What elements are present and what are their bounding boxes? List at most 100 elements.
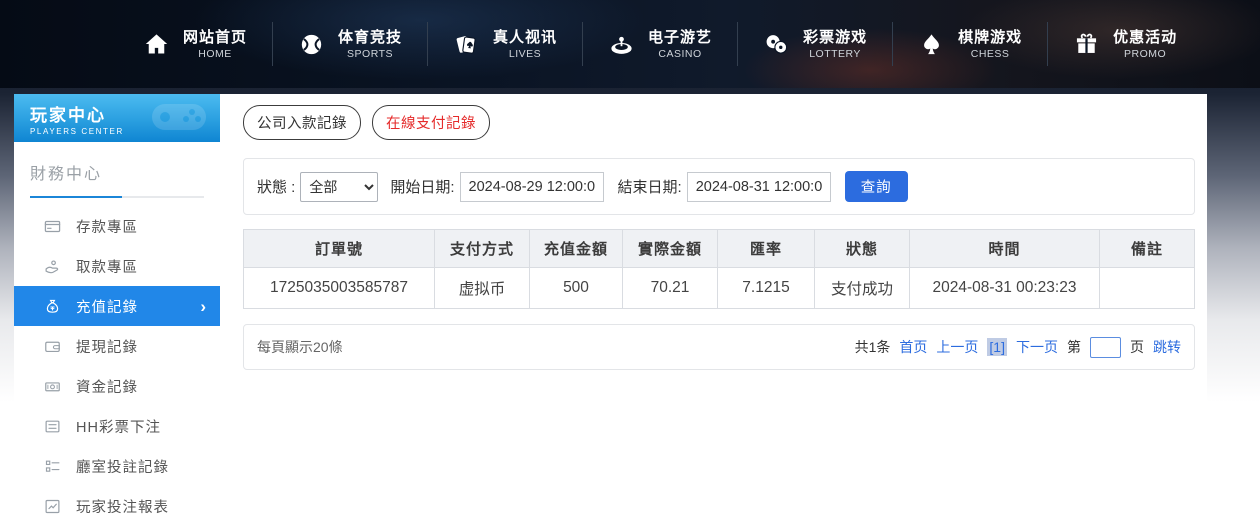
- nav-sublabel: CHESS: [970, 47, 1010, 60]
- end-date-label: 結束日期:: [617, 179, 682, 196]
- col-remark: 備註: [1099, 229, 1195, 268]
- section-divider: [30, 196, 204, 198]
- current-page: [1]: [987, 338, 1007, 356]
- first-page-link[interactable]: 首页: [899, 337, 927, 357]
- nav-items-row: 网站首页 HOME 体育竞技 SPORTS 真人视讯 LIVES 电子游艺 CA…: [118, 22, 1202, 66]
- sidebar-item-hall-bet-records[interactable]: 廳室投註記錄: [14, 446, 220, 486]
- checklist-icon: [44, 458, 61, 475]
- wallet-icon: [44, 338, 61, 355]
- nav-item-promo[interactable]: 优惠活动 PROMO: [1048, 28, 1202, 61]
- sidebar-item-recharge-records[interactable]: 充值記錄 ›: [14, 286, 220, 326]
- tab-online-payment-records[interactable]: 在線支付記錄: [372, 105, 490, 140]
- col-order-number: 訂單號: [243, 229, 435, 268]
- col-actual-amount: 實際金額: [622, 229, 718, 268]
- nav-item-home[interactable]: 网站首页 HOME: [118, 28, 272, 61]
- sidebar-item-label: 提現記錄: [76, 339, 138, 356]
- nav-label: 体育竞技: [338, 28, 403, 46]
- sidebar-item-label: 充值記錄: [76, 299, 138, 316]
- sidebar-section-title: 財務中心: [30, 166, 103, 183]
- nav-label: 彩票游戏: [803, 28, 868, 46]
- home-icon: [143, 31, 170, 58]
- nav-sublabel: SPORTS: [347, 47, 394, 60]
- page-number-input[interactable]: [1090, 336, 1121, 358]
- sports-ball-icon: [298, 31, 325, 58]
- nav-sublabel: PROMO: [1124, 47, 1167, 60]
- sidebar-item-withdrawal-records[interactable]: 提現記錄: [14, 326, 220, 366]
- cell-remark: [1099, 267, 1195, 309]
- nav-sublabel: LOTTERY: [809, 47, 861, 60]
- main-content: 公司入款記錄 在線支付記錄 狀態 : 全部 開始日期: 結束日期: 查詢 訂單號…: [220, 94, 1207, 516]
- next-page-link[interactable]: 下一页: [1016, 337, 1058, 357]
- col-payment-method: 支付方式: [434, 229, 530, 268]
- col-status: 狀態: [814, 229, 910, 268]
- nav-item-lives[interactable]: 真人视讯 LIVES: [428, 28, 582, 61]
- record-tabs: 公司入款記錄 在線支付記錄: [243, 105, 1195, 140]
- table-row: 1725035003585787 虚拟币 500 70.21 7.1215 支付…: [243, 267, 1195, 309]
- table-header-row: 訂單號 支付方式 充值金額 實際金額 匯率 狀態 時間 備註: [243, 229, 1195, 268]
- sidebar-item-label: 廳室投註記錄: [76, 459, 169, 476]
- sidebar-item-hh-lottery-bets[interactable]: HH彩票下注: [14, 406, 220, 446]
- page-jump-prefix: 第: [1067, 339, 1081, 355]
- sidebar-item-label: 資金記錄: [76, 379, 138, 396]
- sidebar-item-label: 玩家投注報表: [76, 499, 169, 516]
- cell-status: 支付成功: [814, 267, 910, 309]
- nav-label: 棋牌游戏: [958, 28, 1023, 46]
- records-table: 訂單號 支付方式 充值金額 實際金額 匯率 狀態 時間 備註 172503500…: [243, 229, 1195, 309]
- col-time: 時間: [909, 229, 1100, 268]
- content-container: 玩家中心 PLAYERS CENTER 財務中心 存款專區 取款專區 充值記錄 …: [14, 94, 1207, 516]
- sidebar-item-label: 取款專區: [76, 259, 138, 276]
- nav-label: 优惠活动: [1113, 28, 1178, 46]
- per-page-text: 每頁顯示20條: [257, 339, 343, 355]
- nav-item-lottery[interactable]: 彩票游戏 LOTTERY: [738, 28, 892, 61]
- cell-actual-amount: 70.21: [622, 267, 718, 309]
- cell-exchange-rate: 7.1215: [717, 267, 815, 309]
- report-chart-icon: [44, 498, 61, 515]
- nav-item-casino[interactable]: 电子游艺 CASINO: [583, 28, 737, 61]
- lottery-balls-icon: [763, 31, 790, 58]
- sidebar-item-label: 存款專區: [76, 219, 138, 236]
- pagination-bar: 每頁顯示20條 共1条 首页 上一页 [1] 下一页 第 页 跳转: [243, 324, 1195, 370]
- deposit-card-icon: [44, 218, 61, 235]
- pagination-controls: 共1条 首页 上一页 [1] 下一页 第 页 跳转: [854, 336, 1181, 358]
- sidebar-item-player-bet-report[interactable]: 玩家投注報表: [14, 486, 220, 516]
- col-exchange-rate: 匯率: [717, 229, 815, 268]
- status-select[interactable]: 全部: [300, 171, 379, 202]
- sidebar: 玩家中心 PLAYERS CENTER 財務中心 存款專區 取款專區 充值記錄 …: [14, 94, 220, 516]
- sidebar-item-withdraw-zone[interactable]: 取款專區: [14, 246, 220, 286]
- roulette-icon: [608, 31, 635, 58]
- nav-sublabel: CASINO: [658, 47, 702, 60]
- spade-icon: [918, 31, 945, 58]
- top-navigation-bar: 网站首页 HOME 体育竞技 SPORTS 真人视讯 LIVES 电子游艺 CA…: [0, 0, 1260, 88]
- cell-recharge-amount: 500: [529, 267, 623, 309]
- total-count: 共1条: [854, 339, 891, 355]
- sidebar-item-funds-records[interactable]: 資金記錄: [14, 366, 220, 406]
- tab-company-deposit-records[interactable]: 公司入款記錄: [243, 105, 361, 140]
- cards-icon: [453, 31, 480, 58]
- nav-sublabel: HOME: [198, 47, 232, 60]
- cell-time: 2024-08-31 00:23:23: [909, 267, 1100, 309]
- banknote-icon: [44, 378, 61, 395]
- nav-label: 网站首页: [183, 28, 248, 46]
- start-date-label: 開始日期:: [390, 179, 455, 196]
- sidebar-menu: 存款專區 取款專區 充值記錄 › 提現記錄 資金記錄 HH彩票下注 廳室投註記錄…: [14, 206, 220, 516]
- sidebar-item-deposit-zone[interactable]: 存款專區: [14, 206, 220, 246]
- cell-order-number: 1725035003585787: [243, 267, 435, 309]
- nav-sublabel: LIVES: [508, 47, 542, 60]
- col-recharge-amount: 充值金額: [529, 229, 623, 268]
- sidebar-header: 玩家中心 PLAYERS CENTER: [14, 94, 220, 142]
- cell-payment-method: 虚拟币: [434, 267, 530, 309]
- jump-link[interactable]: 跳转: [1153, 337, 1181, 357]
- end-date-input[interactable]: [686, 171, 831, 202]
- status-label: 狀態 :: [257, 179, 296, 196]
- nav-item-chess[interactable]: 棋牌游戏 CHESS: [893, 28, 1047, 61]
- query-button[interactable]: 查詢: [844, 171, 908, 202]
- list-icon: [44, 418, 61, 435]
- gift-icon: [1073, 31, 1100, 58]
- withdraw-hand-icon: [44, 258, 61, 275]
- start-date-input[interactable]: [459, 171, 604, 202]
- nav-item-sports[interactable]: 体育竞技 SPORTS: [273, 28, 427, 61]
- prev-page-link[interactable]: 上一页: [936, 337, 978, 357]
- nav-label: 电子游艺: [648, 28, 713, 46]
- sidebar-section: 財務中心: [14, 142, 220, 198]
- nav-label: 真人视讯: [493, 28, 558, 46]
